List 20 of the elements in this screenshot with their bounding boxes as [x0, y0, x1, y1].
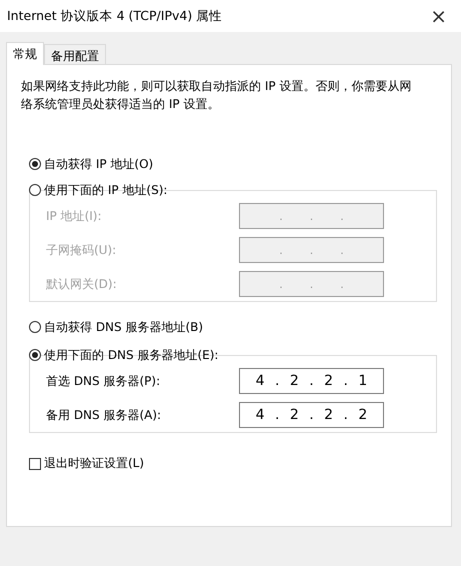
tab[interactable]: 常规: [6, 42, 44, 65]
field-label: IP 地址(I):: [46, 208, 102, 224]
checkbox-label: 退出时验证设置(L): [44, 455, 144, 472]
tab[interactable]: 备用配置: [44, 44, 106, 64]
window-title: Internet 协议版本 4 (TCP/IPv4) 属性: [7, 8, 222, 24]
ip-address-field[interactable]: 4 . 2 . 2 . 2: [239, 402, 384, 428]
radio-label: 使用下面的 DNS 服务器地址(E):: [44, 346, 218, 364]
radio-label: 自动获得 DNS 服务器地址(B): [44, 318, 204, 336]
field-label: 备用 DNS 服务器(A):: [46, 406, 162, 424]
close-button[interactable]: ×: [430, 6, 447, 26]
radio-label: 使用下面的 IP 地址(S):: [44, 182, 168, 198]
radio-button[interactable]: [29, 349, 41, 361]
ip-address-field[interactable]: 4 . 2 . 2 . 1: [239, 368, 384, 394]
checkbox[interactable]: [29, 458, 41, 470]
radio-label: 自动获得 IP 地址(O): [44, 156, 154, 172]
radio-button[interactable]: [29, 321, 41, 333]
field-label: 子网掩码(U):: [46, 242, 116, 258]
field-label: 默认网关(D):: [46, 276, 117, 292]
description-text: 如果网络支持此功能，则可以获取自动指派的 IP 设置。否则，你需要从网络系统管理员处获得适当的 IP 设置。: [21, 78, 412, 113]
field-label: 首选 DNS 服务器(P):: [46, 372, 160, 390]
